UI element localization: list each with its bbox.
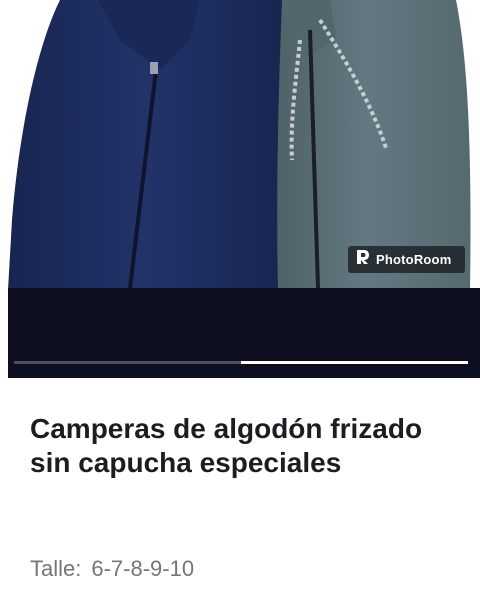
photoroom-watermark: PhotoRoom [348, 246, 465, 273]
carousel-progress-track [14, 361, 468, 364]
carousel-progress-fill [241, 361, 468, 364]
product-image-carousel[interactable]: PhotoRoom [0, 0, 480, 378]
size-value: 6-7-8-9-10 [91, 556, 195, 581]
size-label: Talle: [30, 556, 82, 581]
image-footer-overlay [8, 288, 480, 378]
photoroom-brand-text: PhotoRoom [376, 252, 452, 267]
photoroom-logo-icon [356, 249, 370, 270]
size-info: Talle: 6-7-8-9-10 [30, 556, 194, 582]
product-title: Camperas de algodón frizado sin capucha … [30, 413, 423, 478]
